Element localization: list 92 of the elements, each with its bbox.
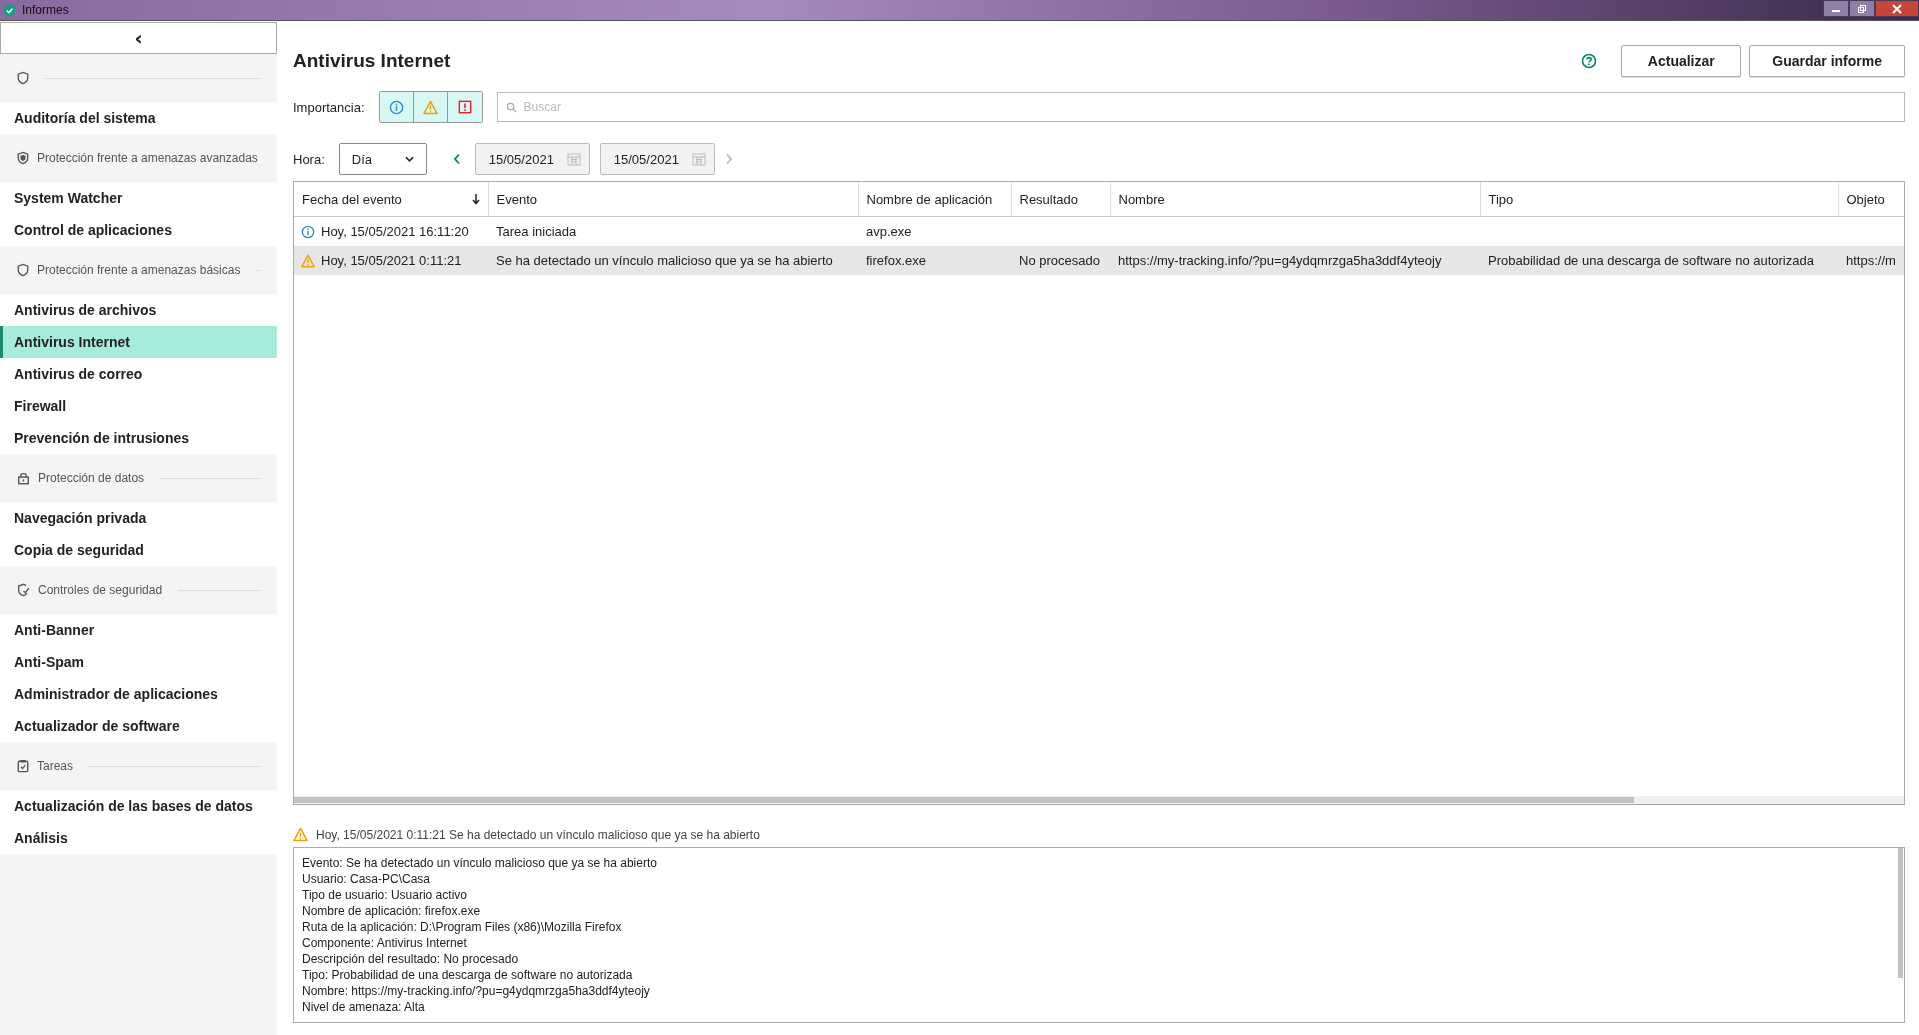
sidebar-item[interactable]: Firewall [0, 390, 277, 422]
caret-icon [404, 156, 414, 162]
sidebar-item[interactable]: Navegación privada [0, 502, 277, 534]
importance-label: Importancia: [293, 99, 365, 115]
search-field[interactable]: Buscar [496, 92, 1905, 122]
header-button[interactable]: Actualizar [1621, 45, 1742, 77]
sidebar-item[interactable]: Control de aplicaciones [0, 214, 277, 246]
column-header[interactable]: Objeto [1838, 182, 1904, 217]
time-label: Hora: [293, 151, 325, 167]
sidebar-item[interactable]: Anti-Banner [0, 614, 277, 646]
table-row[interactable] [294, 246, 1904, 275]
shield-check-icon [17, 583, 30, 597]
header-button[interactable]: Guardar informe [1749, 45, 1905, 77]
importance-toggle[interactable] [379, 92, 414, 122]
sidebar-item[interactable]: Copia de seguridad [0, 534, 277, 566]
section-label: Controles de seguridad [38, 583, 163, 597]
column-header[interactable]: Resultado [1011, 182, 1110, 217]
column-header[interactable]: Nombre [1110, 182, 1480, 217]
page-title: Antivirus Internet [293, 50, 452, 72]
sidebar-item[interactable]: Actualizador de software [0, 710, 277, 742]
details-line: Componente: Antivirus Internet [302, 935, 468, 951]
details-line: Nombre: https://my-tracking.info/?pu=g4ydqmrzga5ha3ddf4yteojy [302, 983, 651, 999]
warning-icon [293, 827, 308, 842]
info-icon [301, 224, 315, 239]
close-button[interactable] [1875, 0, 1919, 17]
details-line: Evento: Se ha detectado un vínculo malicioso que ya se ha abierto [302, 855, 658, 871]
sidebar-item[interactable]: Administrador de aplicaciones [0, 678, 277, 710]
table-cell: Hoy, 15/05/2021 16:11:20 [321, 224, 469, 239]
search-icon [505, 102, 517, 113]
warning-icon [301, 253, 315, 268]
details-line: Tipo: Probabilidad de una descarga de software no autorizada [302, 967, 634, 983]
details-line: Nombre de aplicación: firefox.exe [302, 903, 482, 919]
calendar-icon [566, 152, 581, 166]
details-line: Usuario: Casa-PC\Casa [302, 871, 432, 887]
date-field[interactable]: 15/05/2021 [599, 143, 715, 175]
table-cell: firefox.exe [866, 253, 926, 268]
table-cell: https://m [1846, 253, 1896, 268]
details-line: Ruta de la aplicación: D:\Program Files (x86)\Mozilla Firefox [302, 919, 623, 935]
shield-icon [17, 151, 29, 165]
critical-icon [457, 100, 472, 114]
sidebar-item[interactable]: Auditoría del sistema [0, 102, 277, 134]
warning-icon [422, 99, 438, 115]
window-title: Informes [22, 3, 69, 17]
lock-icon [17, 471, 30, 485]
column-header[interactable]: Nombre de aplicación [858, 182, 1011, 217]
sidebar-item[interactable]: Antivirus Internet [0, 326, 277, 358]
help-icon[interactable] [1581, 53, 1598, 69]
calendar-icon [691, 152, 706, 166]
sidebar-item[interactable]: Anti-Spam [0, 646, 277, 678]
date-field[interactable]: 15/05/2021 [474, 143, 590, 175]
close-icon [1892, 3, 1902, 14]
sidebar-item[interactable]: Antivirus de archivos [0, 294, 277, 326]
sidebar-item[interactable]: Análisis [0, 822, 277, 854]
sidebar-item[interactable]: Prevención de intrusiones [0, 422, 277, 454]
shield-icon [17, 71, 29, 85]
details-line: Nivel de amenaza: Alta [302, 999, 426, 1015]
importance-toggle[interactable] [447, 92, 482, 122]
shield-check-icon [3, 2, 16, 18]
previous-icon[interactable] [452, 153, 461, 165]
table-cell: Hoy, 15/05/2021 0:11:21 [321, 253, 462, 268]
scrollbar-thumb[interactable] [294, 797, 1634, 803]
restore-icon [1857, 3, 1867, 14]
column-header[interactable]: Tipo [1480, 182, 1838, 217]
column-header[interactable]: Evento [488, 182, 858, 217]
sidebar-item[interactable]: System Watcher [0, 182, 277, 214]
details-line: Tipo de usuario: Usuario activo [302, 887, 468, 903]
sort-arrow-icon [471, 193, 480, 205]
section-label: Protección frente a amenazas avanzadas [37, 151, 258, 165]
table-cell: avp.exe [866, 224, 912, 239]
clipboard-icon [17, 759, 29, 773]
collapse-button[interactable]: ‹ [0, 22, 277, 54]
table-cell: Tarea iniciada [496, 224, 577, 239]
table-cell: https://my-tracking.info/?pu=g4ydqmrzga5ha3ddf4yteojy [1118, 253, 1442, 268]
table-cell: No procesado [1019, 253, 1100, 268]
period-dropdown[interactable]: Día [338, 143, 427, 175]
info-icon [388, 99, 404, 115]
table-cell: Probabilidad de una descarga de software no autorizada [1488, 253, 1814, 268]
shield-icon [17, 263, 29, 277]
restore-button[interactable] [1849, 0, 1875, 17]
details-line: Descripción del resultado: No procesado [302, 951, 520, 967]
section-label: Tareas [37, 759, 74, 773]
sidebar-item[interactable]: Antivirus de correo [0, 358, 277, 390]
section-label: Protección de datos [38, 471, 145, 485]
column-header[interactable]: Fecha del evento [294, 182, 488, 217]
minimize-button[interactable] [1823, 0, 1849, 17]
details-heading: Hoy, 15/05/2021 0:11:21 Se ha detectado un vínculo malicioso que ya se ha abierto [316, 827, 760, 842]
importance-toggle[interactable] [413, 92, 448, 122]
section-label: Protección frente a amenazas básicas [37, 263, 241, 277]
sidebar-item[interactable]: Actualización de las bases de datos [0, 790, 277, 822]
scrollbar-thumb[interactable] [1898, 848, 1903, 978]
table-row[interactable]: Hoy, 15/05/2021 16:11:20 Tarea iniciada avp.exe [294, 216, 1904, 246]
table-cell: Se ha detectado un vínculo malicioso que ya se ha abierto [496, 253, 833, 268]
